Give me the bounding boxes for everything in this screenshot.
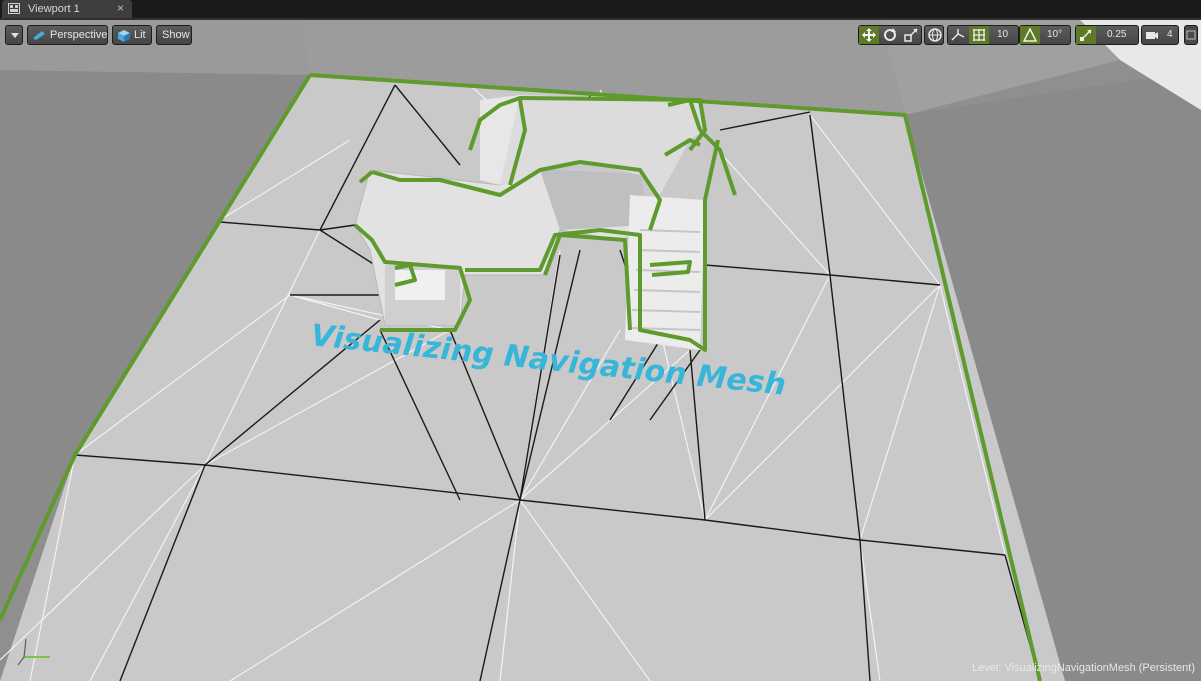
maximize-viewport-button[interactable]: [1184, 25, 1198, 45]
transform-tools: [858, 25, 922, 45]
grid-snap-toggle[interactable]: [969, 26, 989, 44]
view-mode-button[interactable]: Perspective: [27, 25, 108, 45]
perspective-icon: [32, 29, 46, 41]
camera-speed-button[interactable]: [1142, 26, 1162, 44]
lit-label: Lit: [134, 29, 146, 41]
surface-snap-button[interactable]: [948, 26, 968, 44]
tab-viewport-1[interactable]: Viewport 1 ×: [2, 0, 132, 18]
viewport-options-dropdown[interactable]: [5, 25, 23, 45]
scale-icon: [904, 28, 918, 42]
level-viewport[interactable]: Visualizing Navigation Mesh Perspective …: [0, 20, 1201, 681]
grid-icon: [973, 29, 985, 41]
camera-speed-group: 4: [1141, 25, 1179, 45]
world-coordinates-button[interactable]: [925, 26, 945, 44]
scale-snap-toggle[interactable]: [1076, 26, 1096, 44]
rotation-snap-toggle[interactable]: [1020, 26, 1040, 44]
camera-icon: [1146, 32, 1158, 39]
scene-render: Visualizing Navigation Mesh: [0, 20, 1201, 681]
maximize-icon: [1186, 30, 1196, 40]
axis-gizmo-icon: [17, 638, 50, 666]
show-label: Show: [162, 29, 190, 41]
tab-label: Viewport 1: [28, 3, 80, 15]
grid-snap-group: 10: [947, 25, 1019, 45]
surface-snap-icon: [951, 29, 965, 41]
rotate-icon: [884, 28, 896, 41]
translate-tool-button[interactable]: [859, 26, 879, 44]
scale-tool-button[interactable]: [901, 26, 921, 44]
show-button[interactable]: Show: [156, 25, 192, 45]
rotation-snap-group: 10°: [1019, 25, 1071, 45]
angle-icon: [1023, 28, 1037, 42]
level-prefix: Level:: [972, 662, 1002, 674]
globe-icon: [928, 28, 942, 42]
grid-snap-value[interactable]: 10: [997, 26, 1008, 44]
move-icon: [862, 28, 876, 42]
coordinate-system-group: [924, 25, 944, 45]
scale-snap-group: 0.25: [1075, 25, 1139, 45]
view-mode-label: Perspective: [50, 29, 108, 41]
rotation-snap-value[interactable]: 10°: [1047, 26, 1062, 44]
scale-snap-value[interactable]: 0.25: [1107, 26, 1126, 44]
chevron-down-icon: [11, 33, 19, 38]
rotate-tool-button[interactable]: [880, 26, 900, 44]
level-name: VisualizingNavigationMesh (Persistent): [1004, 662, 1195, 674]
camera-speed-value[interactable]: 4: [1167, 26, 1173, 44]
viewport-icon: [8, 3, 20, 14]
tab-bar: Viewport 1 ×: [0, 0, 1201, 18]
close-icon[interactable]: ×: [117, 1, 124, 15]
scale-snap-icon: [1080, 29, 1092, 41]
cube-icon: [117, 29, 131, 42]
lit-button[interactable]: Lit: [112, 25, 152, 45]
level-status: Level: VisualizingNavigationMesh (Persis…: [972, 662, 1195, 674]
